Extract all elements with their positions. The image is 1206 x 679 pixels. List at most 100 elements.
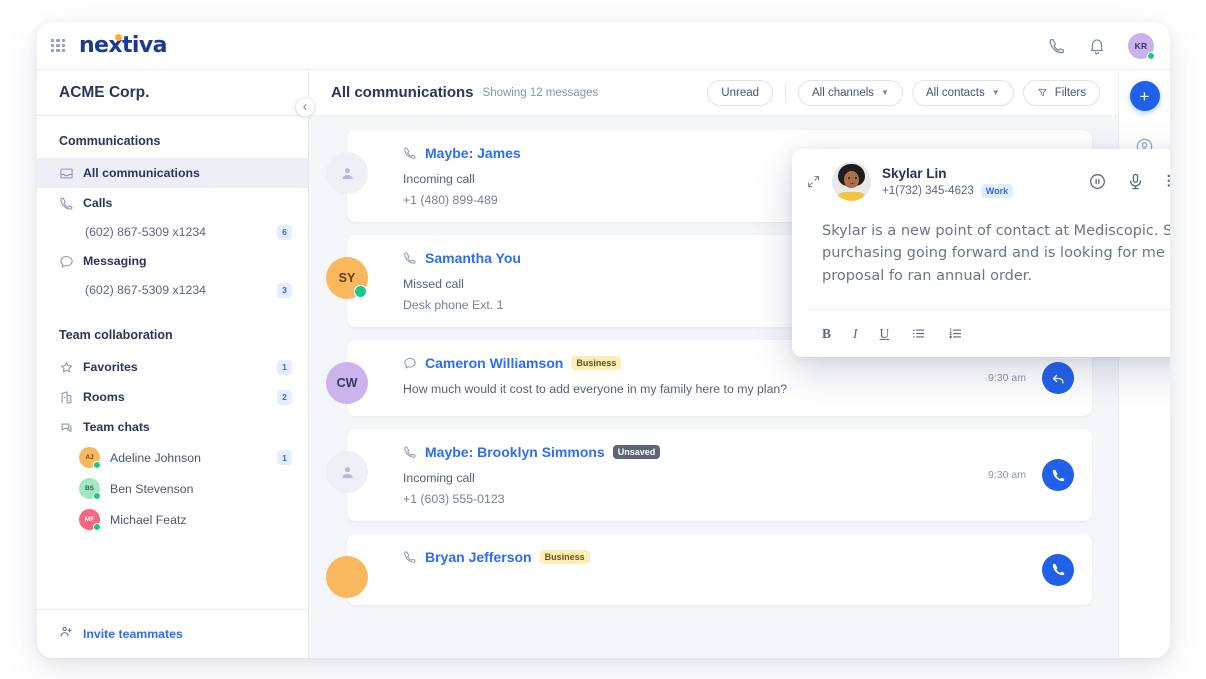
microphone-icon[interactable] — [1126, 172, 1145, 191]
top-bar: nextiva KR — [37, 22, 1170, 70]
sidebar-item-all-communications[interactable]: All communications — [37, 158, 308, 188]
note-format-toolbar: B I U — [808, 309, 1170, 357]
contact-icon — [341, 167, 353, 179]
sidebar-item-favorites[interactable]: Favorites 1 — [37, 352, 308, 382]
call-controls: 00:06 — [1088, 163, 1170, 200]
sidebar-item-calls[interactable]: Calls — [37, 188, 308, 218]
phone-icon — [59, 196, 74, 211]
reply-icon — [1052, 374, 1064, 384]
list-item[interactable]: Maybe: Brooklyn Simmons Unsaved Incoming… — [326, 429, 1092, 521]
sidebar-item-label: All communications — [83, 166, 200, 180]
online-status-dot — [354, 285, 367, 298]
bulleted-list-icon — [913, 329, 925, 339]
phone-icon — [404, 446, 416, 458]
list-item-name[interactable]: Maybe: Brooklyn Simmons — [425, 444, 605, 460]
app-body: ACME Corp. Communications All communicat… — [37, 70, 1170, 658]
dialpad-icon[interactable] — [1164, 172, 1170, 191]
list-item-header: Maybe: Brooklyn Simmons Unsaved — [403, 444, 1074, 460]
add-label: + — [1139, 86, 1150, 106]
grid-apps-icon[interactable] — [51, 38, 65, 53]
reply-button[interactable] — [1042, 362, 1074, 394]
contact-icon — [341, 466, 353, 478]
list-item-header: Cameron Williamson Business — [403, 355, 1074, 371]
sidebar-item-messaging[interactable]: Messaging — [37, 246, 308, 276]
call-note-text[interactable]: Skylar is a new point of contact at Medi… — [792, 214, 1170, 309]
caller-number: +1(732) 345-4623 — [882, 184, 974, 197]
list-item-line1: How much would it cost to add everyone i… — [403, 382, 788, 396]
sidebar-item-label: Favorites — [83, 360, 138, 374]
phone-icon — [1052, 563, 1064, 576]
add-button[interactable]: + — [1129, 81, 1160, 111]
sidebar-item-team-chats[interactable]: Team chats — [37, 412, 308, 442]
bold-button[interactable]: B — [822, 326, 831, 342]
status-badge: Unsaved — [612, 445, 661, 459]
main-header: All communications Showing 12 messages U… — [309, 70, 1118, 116]
avatar-face — [844, 171, 859, 188]
filters-button[interactable]: Filters — [1022, 79, 1100, 106]
collapse-diagonal-icon[interactable] — [806, 174, 821, 189]
star-icon — [59, 360, 74, 375]
caller-info: Skylar Lin +1(732) 345-4623 Work — [882, 166, 1014, 198]
sidebar-item-rooms[interactable]: Rooms 2 — [37, 382, 308, 412]
list-item-actions: 9:30 am — [988, 362, 1074, 394]
inbox-icon — [59, 166, 74, 181]
sidebar-item-label: Calls — [83, 196, 113, 210]
sidebar-section-team-collaboration-title: Team collaboration — [59, 328, 173, 342]
call-button[interactable] — [1042, 553, 1074, 586]
list-item[interactable]: Bryan Jefferson Business — [326, 534, 1092, 605]
sidebar-subitem-label: (602) 867-5309 x1234 — [85, 225, 207, 239]
logo-dot-icon — [115, 34, 122, 41]
sidebar-collapse-button[interactable] — [295, 97, 315, 117]
list-item-name[interactable]: Cameron Williamson — [425, 355, 563, 371]
invite-teammates-icon — [59, 624, 74, 644]
all-contacts-dropdown[interactable]: All contacts ▼ — [911, 79, 1014, 106]
invite-teammates-button[interactable]: Invite teammates — [37, 609, 308, 658]
filters-label: Filters — [1054, 86, 1086, 99]
chat-name: Michael Featz — [110, 512, 187, 527]
avatar-initials: AJ — [85, 454, 94, 461]
chevron-down-icon: ▼ — [881, 88, 889, 97]
avatar-eye-right — [855, 177, 857, 179]
sidebar-subitem-calls-number[interactable]: (602) 867-5309 x1234 6 — [37, 218, 308, 246]
active-call-panel[interactable]: Skylar Lin +1(732) 345-4623 Work Skylar … — [792, 149, 1170, 358]
list-item-actions: 9:30 am — [988, 459, 1074, 491]
sidebar-subitem-label: (602) 867-5309 x1234 — [85, 283, 207, 297]
nextiva-logo[interactable]: nextiva — [79, 33, 167, 58]
underline-button[interactable]: U — [880, 326, 890, 342]
pause-icon[interactable] — [1088, 172, 1107, 191]
sidebar-chat-item[interactable]: MF Michael Featz — [37, 504, 308, 535]
unread-count-badge: 3 — [277, 282, 292, 298]
sidebar-item-label: Messaging — [83, 254, 147, 268]
bell-icon[interactable] — [1088, 37, 1106, 55]
unread-filter-button[interactable]: Unread — [707, 79, 774, 106]
avatar — [326, 152, 368, 194]
bulleted-list-button[interactable] — [911, 326, 926, 341]
sidebar-chat-item[interactable]: AJ Adeline Johnson 1 — [37, 442, 308, 473]
app-window: nextiva KR ACME Corp. Communications All… — [37, 22, 1170, 658]
list-item-line1: Incoming call — [403, 471, 475, 485]
online-status-dot — [93, 523, 101, 531]
divider — [785, 83, 787, 102]
unread-filter-label: Unread — [721, 86, 760, 99]
caller-avatar-photo — [832, 162, 871, 201]
list-item-name[interactable]: Bryan Jefferson — [425, 549, 532, 565]
avatar[interactable]: KR — [1128, 32, 1155, 60]
list-item-name[interactable]: Maybe: James — [425, 145, 521, 161]
italic-button[interactable]: I — [853, 326, 858, 342]
avatar: MF — [79, 509, 101, 531]
avatar: AJ — [79, 447, 101, 469]
org-header: ACME Corp. — [37, 70, 308, 116]
sidebar-chat-item[interactable]: BS Ben Stevenson — [37, 473, 308, 504]
avatar-initials: MF — [84, 516, 95, 523]
sidebar-subitem-messaging-number[interactable]: (602) 867-5309 x1234 3 — [37, 276, 308, 304]
numbered-list-button[interactable] — [948, 326, 963, 341]
chat-bubble-icon — [404, 357, 416, 369]
logo-text: nextiva — [79, 33, 167, 58]
list-item-name[interactable]: Samantha You — [425, 250, 521, 266]
phone-icon[interactable] — [1048, 37, 1066, 55]
status-badge: Business — [571, 356, 622, 370]
timestamp: 9:30 am — [988, 372, 1026, 384]
all-channels-dropdown[interactable]: All channels ▼ — [798, 79, 903, 106]
main-panel: All communications Showing 12 messages U… — [309, 70, 1170, 658]
call-button[interactable] — [1042, 459, 1074, 491]
